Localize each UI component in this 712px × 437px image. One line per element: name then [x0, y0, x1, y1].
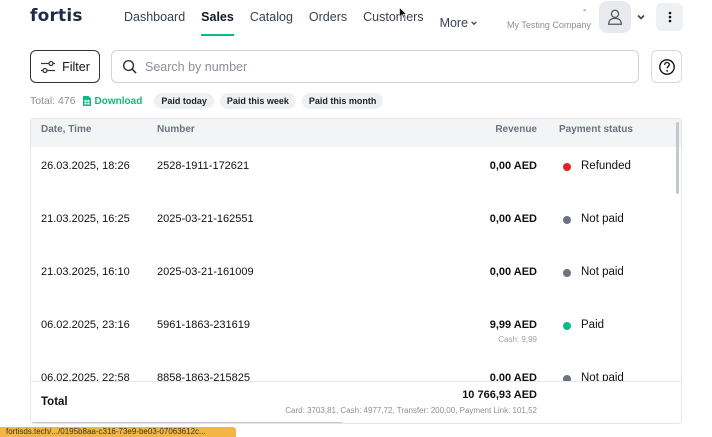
main-nav: Dashboard Sales Catalog Orders Customers…	[124, 10, 494, 36]
row-status: Not paid	[581, 266, 624, 278]
row-date: 06.02.2025, 22:58	[41, 372, 130, 381]
table-row[interactable]: 21.03.2025, 16:25 2025-03-21-162551 0,00…	[31, 200, 681, 253]
row-date: 21.03.2025, 16:25	[41, 213, 130, 225]
total-count: Total: 476	[30, 95, 76, 107]
table-row[interactable]: 26.03.2025, 18:26 2528-1911-172621 0,00 …	[31, 147, 681, 200]
summary-bar: Total: 476 Download Paid today Paid this…	[30, 93, 389, 109]
table-body: 26.03.2025, 18:26 2528-1911-172621 0,00 …	[31, 147, 681, 381]
user-icon	[608, 9, 622, 25]
search-icon	[122, 59, 137, 74]
row-number: 2528-1911-172621	[157, 160, 250, 172]
company-dash: -	[583, 5, 587, 16]
footer-total-amount: 10 766,93 AED	[462, 389, 537, 401]
mouse-cursor-icon	[399, 7, 407, 19]
row-number: 5961-1863-231619	[157, 319, 250, 331]
user-avatar-button[interactable]	[599, 1, 631, 33]
row-revenue: 9,99 AED	[489, 319, 537, 331]
column-header-date: Date, Time	[41, 124, 92, 135]
column-header-revenue: Revenue	[495, 124, 537, 135]
row-status: Refunded	[581, 160, 631, 172]
footer-total-label: Total	[41, 396, 68, 408]
company-name[interactable]: My Testing Company	[507, 20, 591, 30]
download-link[interactable]: Download	[82, 95, 143, 107]
question-circle-icon	[658, 58, 675, 75]
row-revenue: 0,00 AED	[489, 160, 537, 172]
nav-orders[interactable]: Orders	[309, 10, 347, 36]
row-revenue: 0,00 AED	[489, 372, 537, 381]
spreadsheet-download-icon	[82, 96, 91, 106]
sales-table: Date, Time Number Revenue Payment status…	[30, 118, 682, 424]
filter-label: Filter	[62, 59, 90, 74]
row-status: Paid	[581, 319, 605, 331]
row-number: 2025-03-21-161009	[157, 266, 254, 278]
status-dot-paid	[563, 322, 571, 330]
table-footer: Total 10 766,93 AED Card: 3703,81, Cash:…	[31, 381, 681, 423]
row-date: 06.02.2025, 23:16	[41, 319, 130, 331]
kebab-icon	[668, 11, 671, 23]
nav-sales[interactable]: Sales	[201, 10, 234, 36]
nav-more[interactable]: More	[440, 10, 478, 36]
column-header-number: Number	[157, 124, 195, 135]
status-dot-not-paid	[563, 269, 571, 277]
table-row[interactable]: 06.02.2025, 22:58 8858-1863-215825 0,00 …	[31, 359, 681, 381]
help-button[interactable]	[651, 50, 682, 83]
row-date: 26.03.2025, 18:26	[41, 160, 130, 172]
chip-paid-today[interactable]: Paid today	[154, 93, 214, 109]
chevron-down-icon	[471, 21, 477, 26]
account-chevron-down-icon[interactable]	[636, 12, 646, 22]
row-number: 2025-03-21-162551	[157, 213, 254, 225]
chip-paid-this-month[interactable]: Paid this month	[301, 93, 384, 109]
status-bar-url: fortisds.tech/.../0195b8aa-c316-73e9-be0…	[0, 427, 236, 437]
chip-paid-this-week[interactable]: Paid this week	[219, 93, 296, 109]
table-header: Date, Time Number Revenue Payment status	[31, 119, 681, 147]
filter-button[interactable]: Filter	[30, 50, 100, 83]
column-header-payment-status: Payment status	[559, 124, 633, 135]
row-revenue: 0,00 AED	[489, 213, 537, 225]
nav-dashboard[interactable]: Dashboard	[124, 10, 185, 36]
top-header: fortis Dashboard Sales Catalog Orders Cu…	[0, 0, 712, 40]
status-dot-not-paid	[563, 216, 571, 224]
status-dot-refunded	[563, 163, 571, 171]
horizontal-scrollbar[interactable]	[31, 422, 343, 423]
nav-more-label: More	[439, 16, 469, 30]
row-date: 21.03.2025, 16:10	[41, 266, 130, 278]
search-box[interactable]	[111, 50, 639, 83]
nav-customers[interactable]: Customers	[363, 10, 423, 36]
row-number: 8858-1863-215825	[157, 372, 250, 381]
row-status: Not paid	[581, 213, 624, 225]
row-status: Not paid	[581, 372, 624, 381]
row-revenue-breakdown: Cash: 9,99	[498, 335, 537, 344]
table-row[interactable]: 21.03.2025, 16:10 2025-03-21-161009 0,00…	[31, 253, 681, 306]
footer-total-breakdown: Card: 3703,81, Cash: 4977,72, Transfer: …	[285, 406, 537, 415]
nav-catalog[interactable]: Catalog	[250, 10, 293, 36]
search-input[interactable]	[145, 59, 625, 74]
sliders-icon	[41, 60, 56, 73]
more-menu-button[interactable]	[656, 3, 683, 31]
app-logo[interactable]: fortis	[30, 6, 83, 26]
table-row[interactable]: 06.02.2025, 23:16 5961-1863-231619 9,99 …	[31, 306, 681, 359]
vertical-scrollbar[interactable]	[676, 122, 679, 194]
download-label: Download	[94, 95, 143, 107]
row-revenue: 0,00 AED	[489, 266, 537, 278]
